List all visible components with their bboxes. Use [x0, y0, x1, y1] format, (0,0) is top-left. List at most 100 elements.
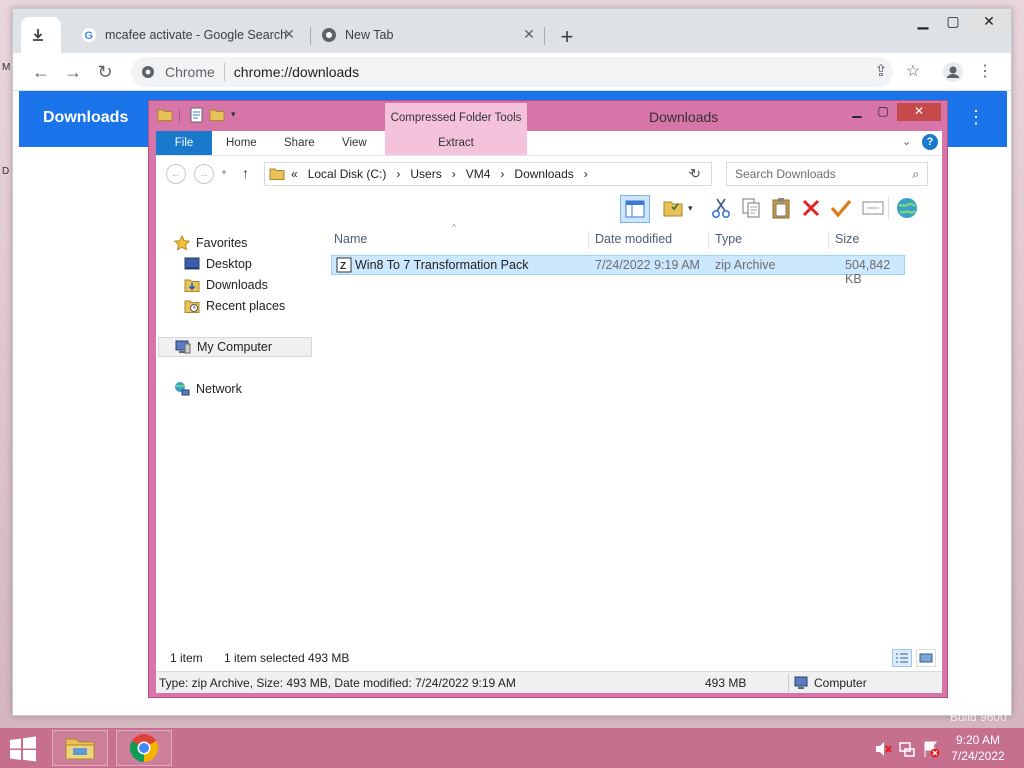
svg-text:G: G — [85, 30, 94, 42]
nav-network[interactable]: Network — [174, 379, 242, 399]
up-button[interactable]: ↑ — [242, 165, 249, 181]
nav-label: Downloads — [206, 278, 268, 292]
tab-view[interactable]: View — [328, 131, 381, 155]
copy-icon[interactable] — [738, 195, 764, 221]
paste-icon[interactable] — [768, 195, 794, 221]
details-text: Type: zip Archive, Size: 493 MB, Date mo… — [159, 676, 516, 690]
folder-icon — [157, 109, 173, 121]
close-tab-icon[interactable]: ✕ — [521, 26, 537, 42]
minimize-button[interactable]: ▁ — [843, 103, 871, 121]
site-info-icon[interactable] — [141, 65, 155, 79]
large-icons-view-button[interactable] — [916, 649, 936, 667]
file-explorer-window: ▾ Compressed Folder Tools Downloads ▁ ▢ … — [148, 100, 948, 698]
column-header-size[interactable]: Size — [835, 229, 859, 249]
breadcrumb-item[interactable]: Users — [410, 167, 441, 181]
rename-icon[interactable] — [860, 195, 886, 221]
chevron-right-icon[interactable]: › — [500, 167, 504, 181]
file-row[interactable]: Z Win8 To 7 Transformation Pack 7/24/202… — [331, 255, 905, 286]
breadcrumb-prefix[interactable]: « — [291, 167, 298, 181]
maximize-button[interactable]: ▢ — [937, 11, 969, 33]
chevron-right-icon[interactable]: › — [396, 167, 400, 181]
globe-icon[interactable] — [894, 195, 920, 221]
tab-downloads[interactable] — [21, 17, 61, 53]
search-icon[interactable]: ⌕ — [912, 163, 919, 185]
close-tab-icon[interactable]: ✕ — [281, 26, 297, 42]
customize-toolbar-icon[interactable]: ▾ — [231, 109, 247, 125]
properties-icon[interactable] — [189, 107, 205, 123]
computer-icon — [175, 339, 191, 355]
share-icon[interactable]: ⇪ — [867, 58, 895, 86]
column-header-name[interactable]: Name — [334, 229, 367, 249]
system-clock[interactable]: 9:20 AM 7/24/2022 — [948, 732, 1008, 764]
forward-button[interactable]: → — [194, 164, 214, 184]
column-header-date[interactable]: Date modified — [595, 229, 672, 249]
delete-icon[interactable] — [798, 195, 824, 221]
tab-google-search[interactable]: G mcafee activate - Google Search ✕ — [71, 17, 307, 53]
folder-options-icon[interactable] — [660, 195, 686, 221]
maximize-button[interactable]: ▢ — [869, 103, 897, 121]
close-window-button[interactable]: ✕ — [897, 103, 941, 121]
new-folder-icon[interactable] — [209, 107, 225, 123]
sort-ascending-icon: ^ — [452, 223, 456, 232]
details-view-button[interactable] — [892, 649, 912, 667]
tab-new-tab[interactable]: New Tab ✕ — [311, 17, 547, 53]
tab-file[interactable]: File — [156, 131, 212, 155]
checkmark-icon[interactable] — [828, 195, 854, 221]
breadcrumb-item[interactable]: Local Disk (C:) — [308, 167, 387, 181]
breadcrumb-item[interactable]: VM4 — [466, 167, 491, 181]
profile-avatar[interactable] — [939, 58, 967, 86]
back-button[interactable]: ← — [27, 58, 55, 86]
nav-label: Desktop — [206, 257, 252, 271]
nav-favorites[interactable]: Favorites — [174, 233, 247, 253]
tab-extract[interactable]: Extract — [385, 131, 527, 155]
back-button[interactable]: ← — [166, 164, 186, 184]
taskbar-chrome[interactable] — [116, 730, 172, 766]
reload-button[interactable]: ↻ — [91, 58, 119, 86]
chevron-down-icon[interactable]: ▾ — [688, 203, 693, 214]
forward-button[interactable]: → — [59, 58, 87, 86]
help-icon[interactable]: ? — [922, 134, 938, 150]
address-bar[interactable]: Chrome chrome://downloads — [131, 57, 893, 87]
column-divider[interactable] — [708, 231, 709, 249]
new-tab-button[interactable]: + — [553, 24, 581, 52]
more-actions-icon[interactable]: ⋮ — [967, 107, 985, 128]
desktop-icon — [184, 256, 200, 272]
windows-start-icon[interactable] — [8, 736, 38, 762]
address-row: ← → ▾ ↑ « Local Disk (C:) › Users › VM4 … — [156, 155, 942, 191]
column-divider[interactable] — [588, 231, 589, 249]
cut-icon[interactable] — [708, 195, 734, 221]
close-window-button[interactable]: ✕ — [969, 11, 1009, 33]
nav-my-computer[interactable]: My Computer — [158, 337, 312, 357]
refresh-icon[interactable]: ↻ — [690, 166, 701, 182]
omnibox-url: chrome://downloads — [233, 64, 360, 80]
download-icon — [31, 27, 45, 43]
address-bar[interactable]: « Local Disk (C:) › Users › VM4 › Downlo… — [264, 162, 712, 186]
chevron-right-icon[interactable]: › — [584, 167, 588, 181]
preview-pane-icon[interactable] — [620, 195, 650, 223]
network-icon — [174, 381, 190, 397]
taskbar-file-explorer[interactable] — [52, 730, 108, 766]
tab-share[interactable]: Share — [270, 131, 329, 155]
action-center-flag-icon[interactable] — [922, 740, 940, 758]
expand-ribbon-icon[interactable]: ⌄ — [902, 135, 911, 148]
volume-muted-icon[interactable] — [874, 740, 892, 758]
column-divider[interactable] — [828, 231, 829, 249]
column-header-type[interactable]: Type — [715, 229, 742, 249]
nav-recent-places[interactable]: Recent places — [184, 296, 285, 316]
chrome-menu-icon[interactable]: ⋮ — [971, 58, 999, 86]
network-status-icon[interactable] — [898, 740, 916, 758]
minimize-button[interactable]: ▁ — [907, 11, 939, 33]
divider — [888, 197, 889, 219]
status-bar: 1 item 1 item selected 493 MB — [156, 643, 942, 671]
tab-home[interactable]: Home — [212, 131, 271, 155]
recent-locations-icon[interactable]: ▾ — [222, 168, 226, 177]
desktop-icon-fragment: M — [2, 62, 11, 73]
breadcrumb-item[interactable]: Downloads — [514, 167, 573, 181]
chrome-icon — [130, 734, 158, 762]
nav-downloads[interactable]: Downloads — [184, 275, 268, 295]
context-tab-header: Compressed Folder Tools — [385, 103, 527, 131]
bookmark-star-icon[interactable]: ☆ — [899, 58, 927, 86]
search-input[interactable]: Search Downloads ⌕ — [726, 162, 928, 186]
nav-desktop[interactable]: Desktop — [184, 254, 252, 274]
chevron-right-icon[interactable]: › — [452, 167, 456, 181]
